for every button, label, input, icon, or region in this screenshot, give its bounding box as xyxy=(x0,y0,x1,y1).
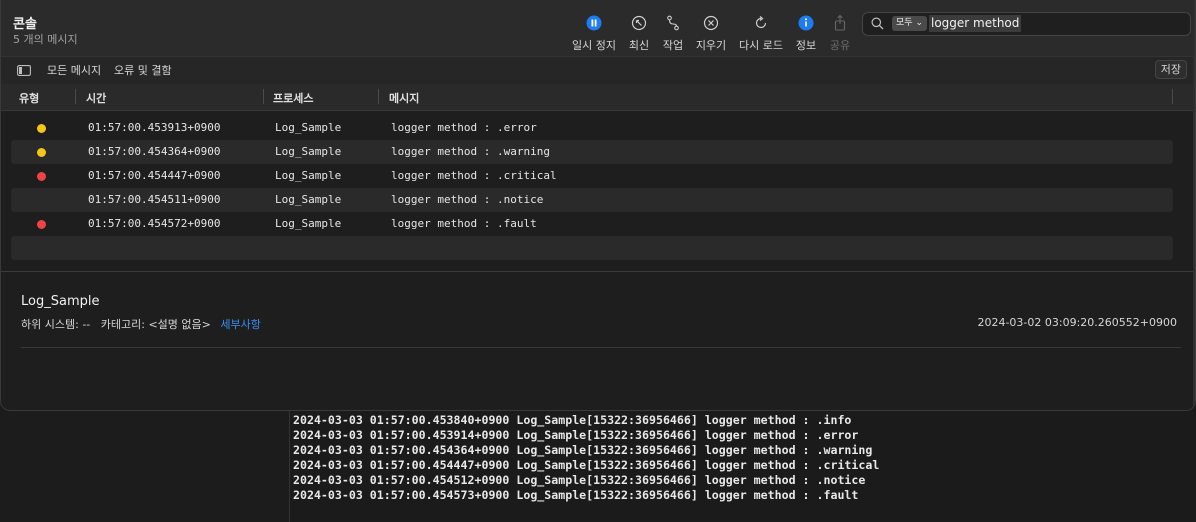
table-row[interactable]: 01:57:00.454364+0900 Log_Sample logger m… xyxy=(11,140,1173,164)
category-label: 카테고리: xyxy=(100,318,145,331)
clear-label: 지우기 xyxy=(695,39,727,52)
search-icon xyxy=(871,17,884,30)
row-time: 01:57:00.454364+0900 xyxy=(88,145,221,158)
category-value: <설명 없음> xyxy=(148,318,211,331)
terminal-sidebar xyxy=(0,411,290,522)
row-process: Log_Sample xyxy=(275,145,342,158)
search-scope-dropdown[interactable]: 모두 ⌄ xyxy=(892,16,927,31)
row-message: logger method : .error xyxy=(391,121,537,134)
actions-button[interactable]: 작업 xyxy=(661,14,685,54)
column-divider[interactable] xyxy=(1172,89,1173,104)
actions-icon xyxy=(667,15,679,31)
row-time: 01:57:00.454511+0900 xyxy=(88,193,221,206)
clear-icon xyxy=(703,15,719,31)
pause-button[interactable]: 일시 정지 xyxy=(572,14,616,54)
column-type[interactable]: 유형 xyxy=(19,90,39,106)
pause-label: 일시 정지 xyxy=(572,39,616,52)
column-divider[interactable] xyxy=(75,89,76,104)
info-button[interactable]: 정보 xyxy=(794,14,818,54)
window-edge xyxy=(1193,0,1195,410)
level-dot xyxy=(37,124,46,133)
share-button[interactable]: 공유 xyxy=(828,14,852,54)
table-row[interactable]: 01:57:00.453913+0900 Log_Sample logger m… xyxy=(11,116,1173,140)
actions-label: 작업 xyxy=(662,39,684,52)
filter-errors-faults[interactable]: 오류 및 결함 xyxy=(114,62,172,78)
detail-meta: 하위 시스템: -- 카테고리: <설명 없음> 세부사항 xyxy=(21,316,261,332)
search-query-token[interactable]: logger method xyxy=(929,15,1022,32)
refresh-label: 최신 xyxy=(628,39,650,52)
column-message[interactable]: 메시지 xyxy=(389,90,419,106)
row-message: logger method : .critical xyxy=(391,169,557,182)
row-time: 01:57:00.454572+0900 xyxy=(88,217,221,230)
table-row[interactable]: 01:57:00.454572+0900 Log_Sample logger m… xyxy=(11,212,1173,236)
reload-label: 다시 로드 xyxy=(739,39,783,52)
empty-row xyxy=(11,236,1173,260)
clear-button[interactable]: 지우기 xyxy=(694,14,728,54)
info-icon xyxy=(798,15,814,31)
app-title: 콘솔 xyxy=(13,17,37,32)
detail-pane: Log_Sample 하위 시스템: -- 카테고리: <설명 없음> 세부사항… xyxy=(1,272,1195,410)
row-process: Log_Sample xyxy=(275,121,342,134)
search-scope-label: 모두 xyxy=(896,18,913,28)
row-time: 01:57:00.453913+0900 xyxy=(88,121,221,134)
search-field[interactable]: 모두 ⌄ logger method xyxy=(862,12,1191,36)
refresh-icon xyxy=(631,15,647,31)
level-dot xyxy=(37,172,46,181)
terminal-line: 2024-03-03 01:57:00.454447+0900 Log_Samp… xyxy=(293,458,880,472)
toolbar: 콘솔 5 개의 메시지 일시 정지 최신 작업 지우기 다시 로드 정보 공유 xyxy=(1,0,1195,56)
terminal-lines: 2024-03-03 01:57:00.453840+0900 Log_Samp… xyxy=(293,413,879,503)
reload-button[interactable]: 다시 로드 xyxy=(738,14,784,54)
row-process: Log_Sample xyxy=(275,217,342,230)
row-time: 01:57:00.454447+0900 xyxy=(88,169,221,182)
row-message: logger method : .notice xyxy=(391,193,544,206)
terminal-line: 2024-03-03 01:57:00.454573+0900 Log_Samp… xyxy=(293,488,859,502)
reload-icon xyxy=(755,16,767,29)
pause-icon xyxy=(586,15,602,31)
log-table: 01:57:00.453913+0900 Log_Sample logger m… xyxy=(1,111,1195,272)
terminal-line: 2024-03-03 01:57:00.453914+0900 Log_Samp… xyxy=(293,428,859,442)
terminal-output: 2024-03-03 01:57:00.453840+0900 Log_Samp… xyxy=(0,411,1196,522)
refresh-button[interactable]: 최신 xyxy=(627,14,651,54)
table-row[interactable]: 01:57:00.454447+0900 Log_Sample logger m… xyxy=(11,164,1173,188)
column-process[interactable]: 프로세스 xyxy=(273,90,313,106)
row-process: Log_Sample xyxy=(275,193,342,206)
row-message: logger method : .warning xyxy=(391,145,550,158)
level-dot xyxy=(37,220,46,229)
console-window: 콘솔 5 개의 메시지 일시 정지 최신 작업 지우기 다시 로드 정보 공유 xyxy=(0,0,1196,411)
subsystem-label: 하위 시스템: xyxy=(21,318,79,331)
divider xyxy=(21,347,1181,348)
message-count: 5 개의 메시지 xyxy=(13,33,78,46)
save-button[interactable]: 저장 xyxy=(1154,60,1187,79)
info-label: 정보 xyxy=(795,39,817,52)
column-divider[interactable] xyxy=(378,89,379,104)
details-link[interactable]: 세부사항 xyxy=(220,318,260,331)
row-process: Log_Sample xyxy=(275,169,342,182)
chevron-down-icon: ⌄ xyxy=(915,18,923,28)
detail-timestamp: 2024-03-02 03:09:20.260552+0900 xyxy=(977,316,1177,329)
sidebar-icon[interactable] xyxy=(17,65,31,76)
terminal-line: 2024-03-03 01:57:00.454364+0900 Log_Samp… xyxy=(293,443,873,457)
column-divider[interactable] xyxy=(263,89,264,104)
terminal-line: 2024-03-03 01:57:00.453840+0900 Log_Samp… xyxy=(293,413,852,427)
table-header: 유형 시간 프로세스 메시지 xyxy=(1,84,1195,111)
table-row[interactable]: 01:57:00.454511+0900 Log_Sample logger m… xyxy=(11,188,1173,212)
share-label: 공유 xyxy=(829,39,851,52)
detail-process-name: Log_Sample xyxy=(21,294,100,309)
column-time[interactable]: 시간 xyxy=(86,90,106,106)
share-icon xyxy=(834,14,846,31)
filter-all-messages[interactable]: 모든 메시지 xyxy=(47,62,101,78)
level-dot xyxy=(37,148,46,157)
filter-bar: 모든 메시지 오류 및 결함 저장 xyxy=(1,56,1195,85)
subsystem-value: -- xyxy=(82,318,91,331)
row-message: logger method : .fault xyxy=(391,217,537,230)
terminal-line: 2024-03-03 01:57:00.454512+0900 Log_Samp… xyxy=(293,473,866,487)
